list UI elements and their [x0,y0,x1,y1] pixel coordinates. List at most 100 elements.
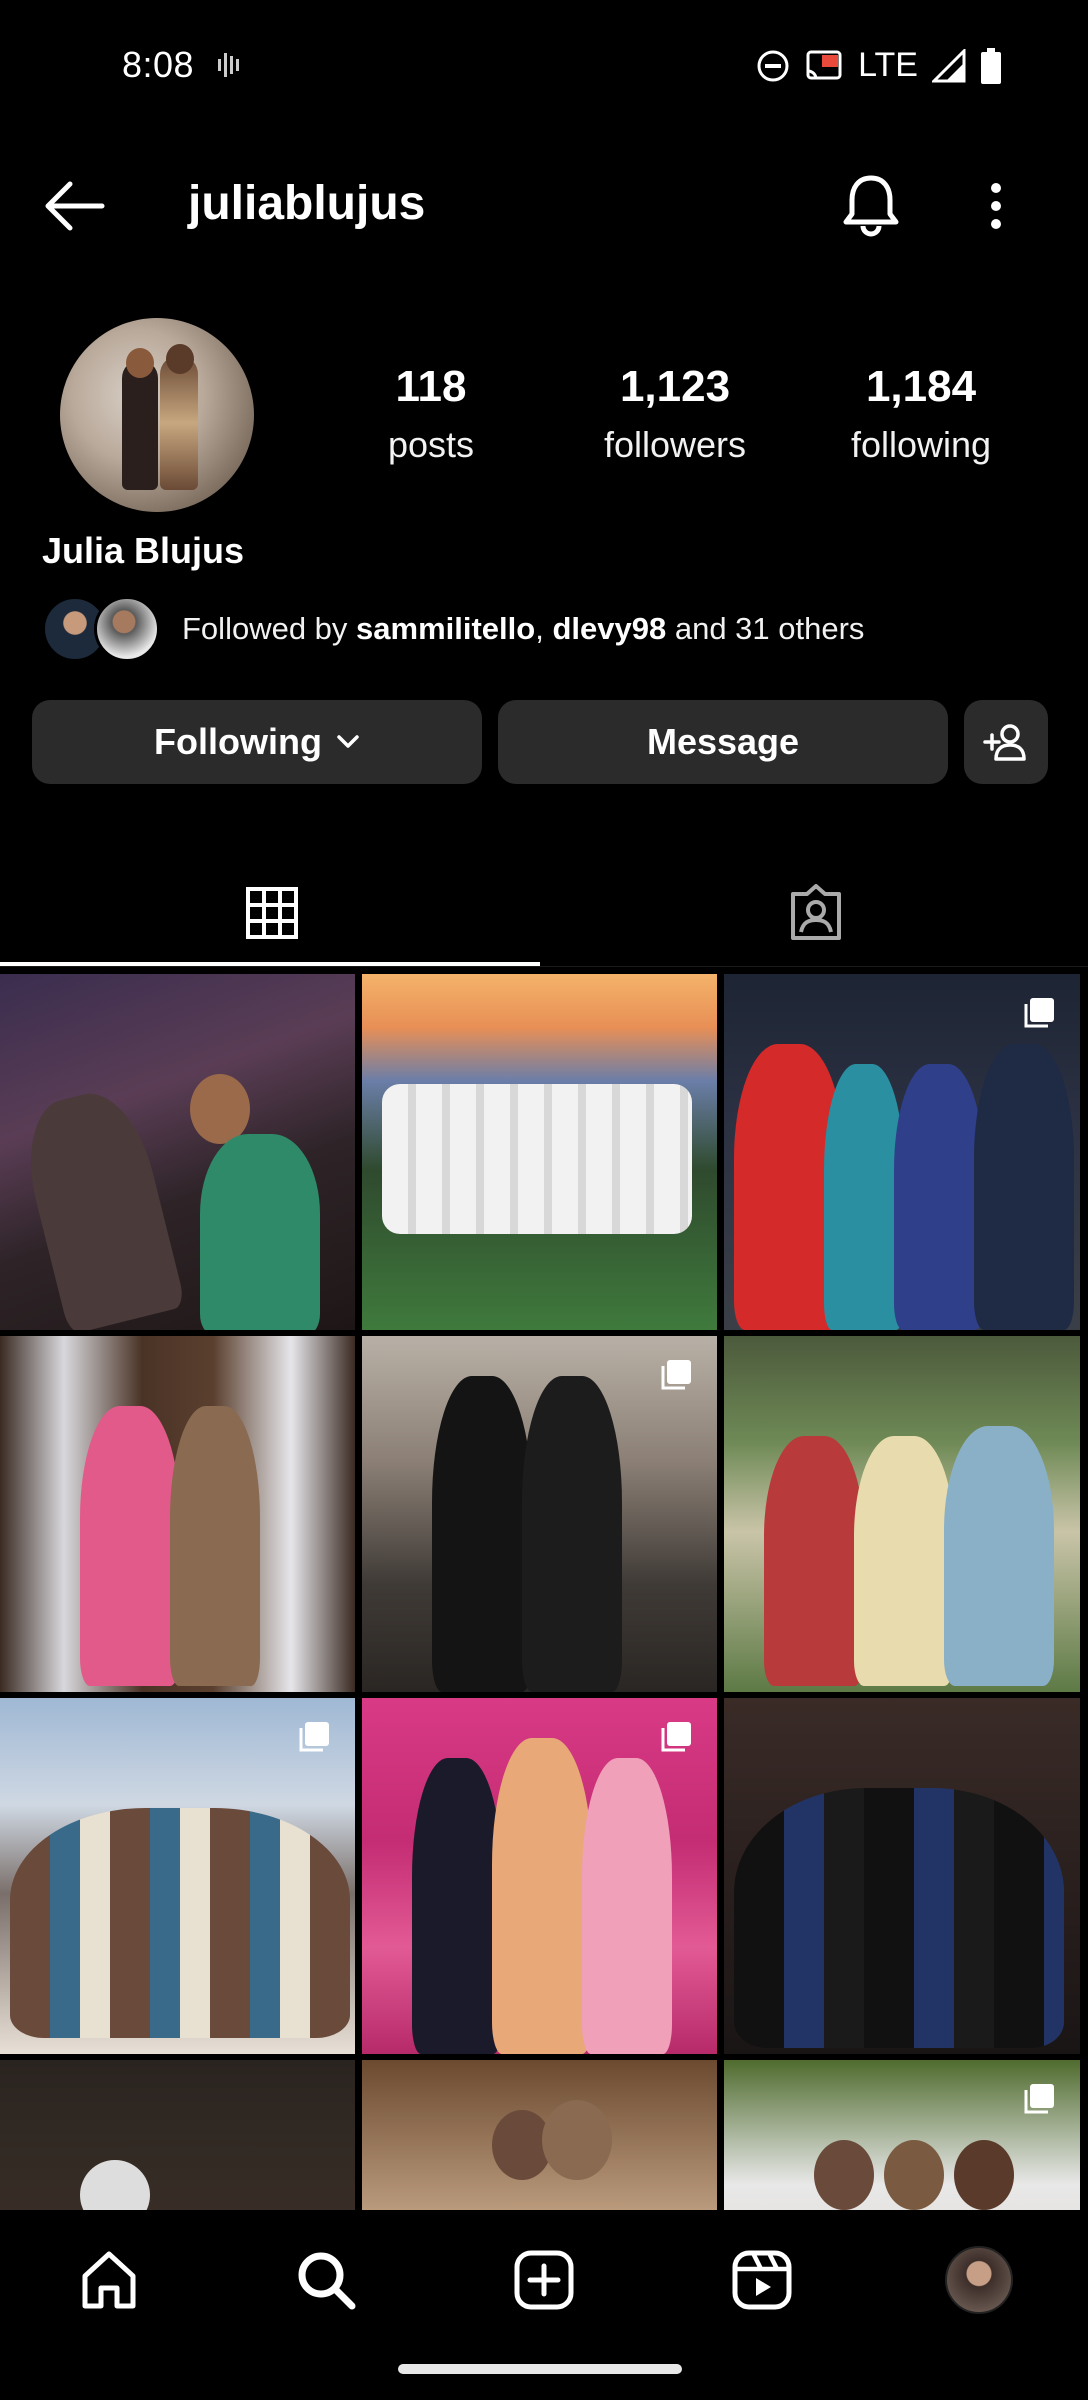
post-thumbnail[interactable] [0,1336,355,1692]
create-icon [514,2250,574,2310]
followers-count: 1,123 [619,362,731,411]
following-stat[interactable]: 1,184 following [836,362,1006,466]
mutual-follower-avatar [94,596,160,662]
photo-subject [80,1406,180,1686]
multi-photo-icon [661,1360,691,1390]
chevron-down-icon [337,735,359,748]
search-icon [298,2252,356,2310]
followed-by-suffix: and 31 others [666,611,865,646]
tagged-icon [791,884,841,940]
avatar-figure [122,360,158,490]
photo-subject [542,2100,612,2180]
message-button[interactable]: Message [498,700,948,784]
followed-by-prefix: Followed by [182,611,357,646]
photo-subject [814,2140,874,2210]
followed-by-separator: , [535,611,553,646]
posts-grid [0,974,1088,2210]
photo-subject [522,1376,622,1692]
post-thumbnail[interactable] [0,2060,355,2210]
followers-stat[interactable]: 1,123 followers [590,362,760,466]
photo-subject [432,1376,532,1692]
followed-by-text: Followed by sammilitello, dlevy98 and 31… [182,611,864,647]
photo-subject [80,2160,150,2210]
status-bar: 8:08 LTE [0,0,1088,136]
nav-home[interactable] [0,2210,218,2350]
mutual-user-2: dlevy98 [552,611,667,646]
bottom-nav [0,2210,1088,2350]
avatar-head [126,348,154,378]
avatar-figure [160,356,198,490]
following-button-label: Following [154,721,322,762]
post-thumbnail[interactable] [362,1336,717,1692]
reels-icon [732,2250,792,2310]
bell-icon[interactable] [838,170,904,240]
status-time: 8:08 [122,44,195,85]
profile-avatar[interactable] [60,318,254,512]
grid-icon [246,887,298,939]
photo-subject [170,1406,260,1686]
profile-avatar [945,2246,1014,2314]
photo-subject [190,1074,250,1144]
profile-username: juliablujus [188,177,426,230]
following-label: following [850,424,992,465]
cast-icon [806,50,842,79]
followed-by-row[interactable]: Followed by sammilitello, dlevy98 and 31… [42,594,864,664]
tab-tagged[interactable] [544,858,1088,968]
post-thumbnail[interactable] [0,1698,355,2054]
multi-photo-icon [299,1722,329,1752]
posts-stat[interactable]: 118 posts [376,362,486,466]
photo-subject [894,1064,984,1330]
post-thumbnail[interactable] [362,2060,717,2210]
battery-icon [981,47,1001,84]
photo-subject [884,2140,944,2210]
signal-icon [932,48,966,82]
back-arrow-icon[interactable] [40,178,106,234]
post-thumbnail[interactable] [0,974,355,1330]
photo-subject [954,2140,1014,2210]
photo-subject [200,1134,320,1330]
post-thumbnail[interactable] [724,974,1080,1330]
photo-subject [974,1044,1074,1330]
photo-subject [764,1436,864,1686]
home-icon [82,2251,136,2309]
add-person-icon [983,724,1026,761]
photo-subject [582,1758,672,2054]
post-thumbnail[interactable] [724,2060,1080,2210]
multi-photo-icon [661,1722,691,1752]
photo-subject [10,1808,350,2038]
nav-create[interactable] [435,2210,653,2350]
photo-subject [734,1788,1064,2048]
photo-subject [944,1426,1054,1686]
vibrate-icon [218,53,239,77]
message-button-label: Message [646,721,800,762]
nav-search[interactable] [218,2210,436,2350]
mutual-user-1: sammilitello [356,611,536,646]
more-vertical-icon[interactable] [978,178,1014,234]
photo-subject [824,1064,904,1330]
avatar-head [166,344,194,374]
tab-divider [0,966,1088,967]
photo-subject [854,1436,954,1686]
nav-profile[interactable] [870,2210,1088,2350]
multi-photo-icon [1024,2084,1054,2114]
profile-full-name: Julia Blujus [42,530,245,571]
posts-label: posts [387,424,475,465]
post-thumbnail[interactable] [362,974,717,1330]
network-type: LTE [858,46,918,84]
photo-subject [412,1758,502,2054]
tab-grid[interactable] [0,858,544,968]
post-thumbnail[interactable] [724,1698,1080,2054]
post-thumbnail[interactable] [724,1336,1080,1692]
nav-reels[interactable] [653,2210,871,2350]
multi-photo-icon [1024,998,1054,1028]
home-indicator[interactable] [398,2364,682,2374]
photo-subject [13,1082,187,1330]
posts-count: 118 [395,362,467,411]
suggested-users-button[interactable] [964,700,1048,784]
followers-label: followers [603,424,747,465]
post-thumbnail[interactable] [362,1698,717,2054]
profile-header: juliablujus [0,150,1088,262]
following-button[interactable]: Following [32,700,482,784]
photo-subject [382,1084,692,1234]
following-count: 1,184 [865,362,977,411]
